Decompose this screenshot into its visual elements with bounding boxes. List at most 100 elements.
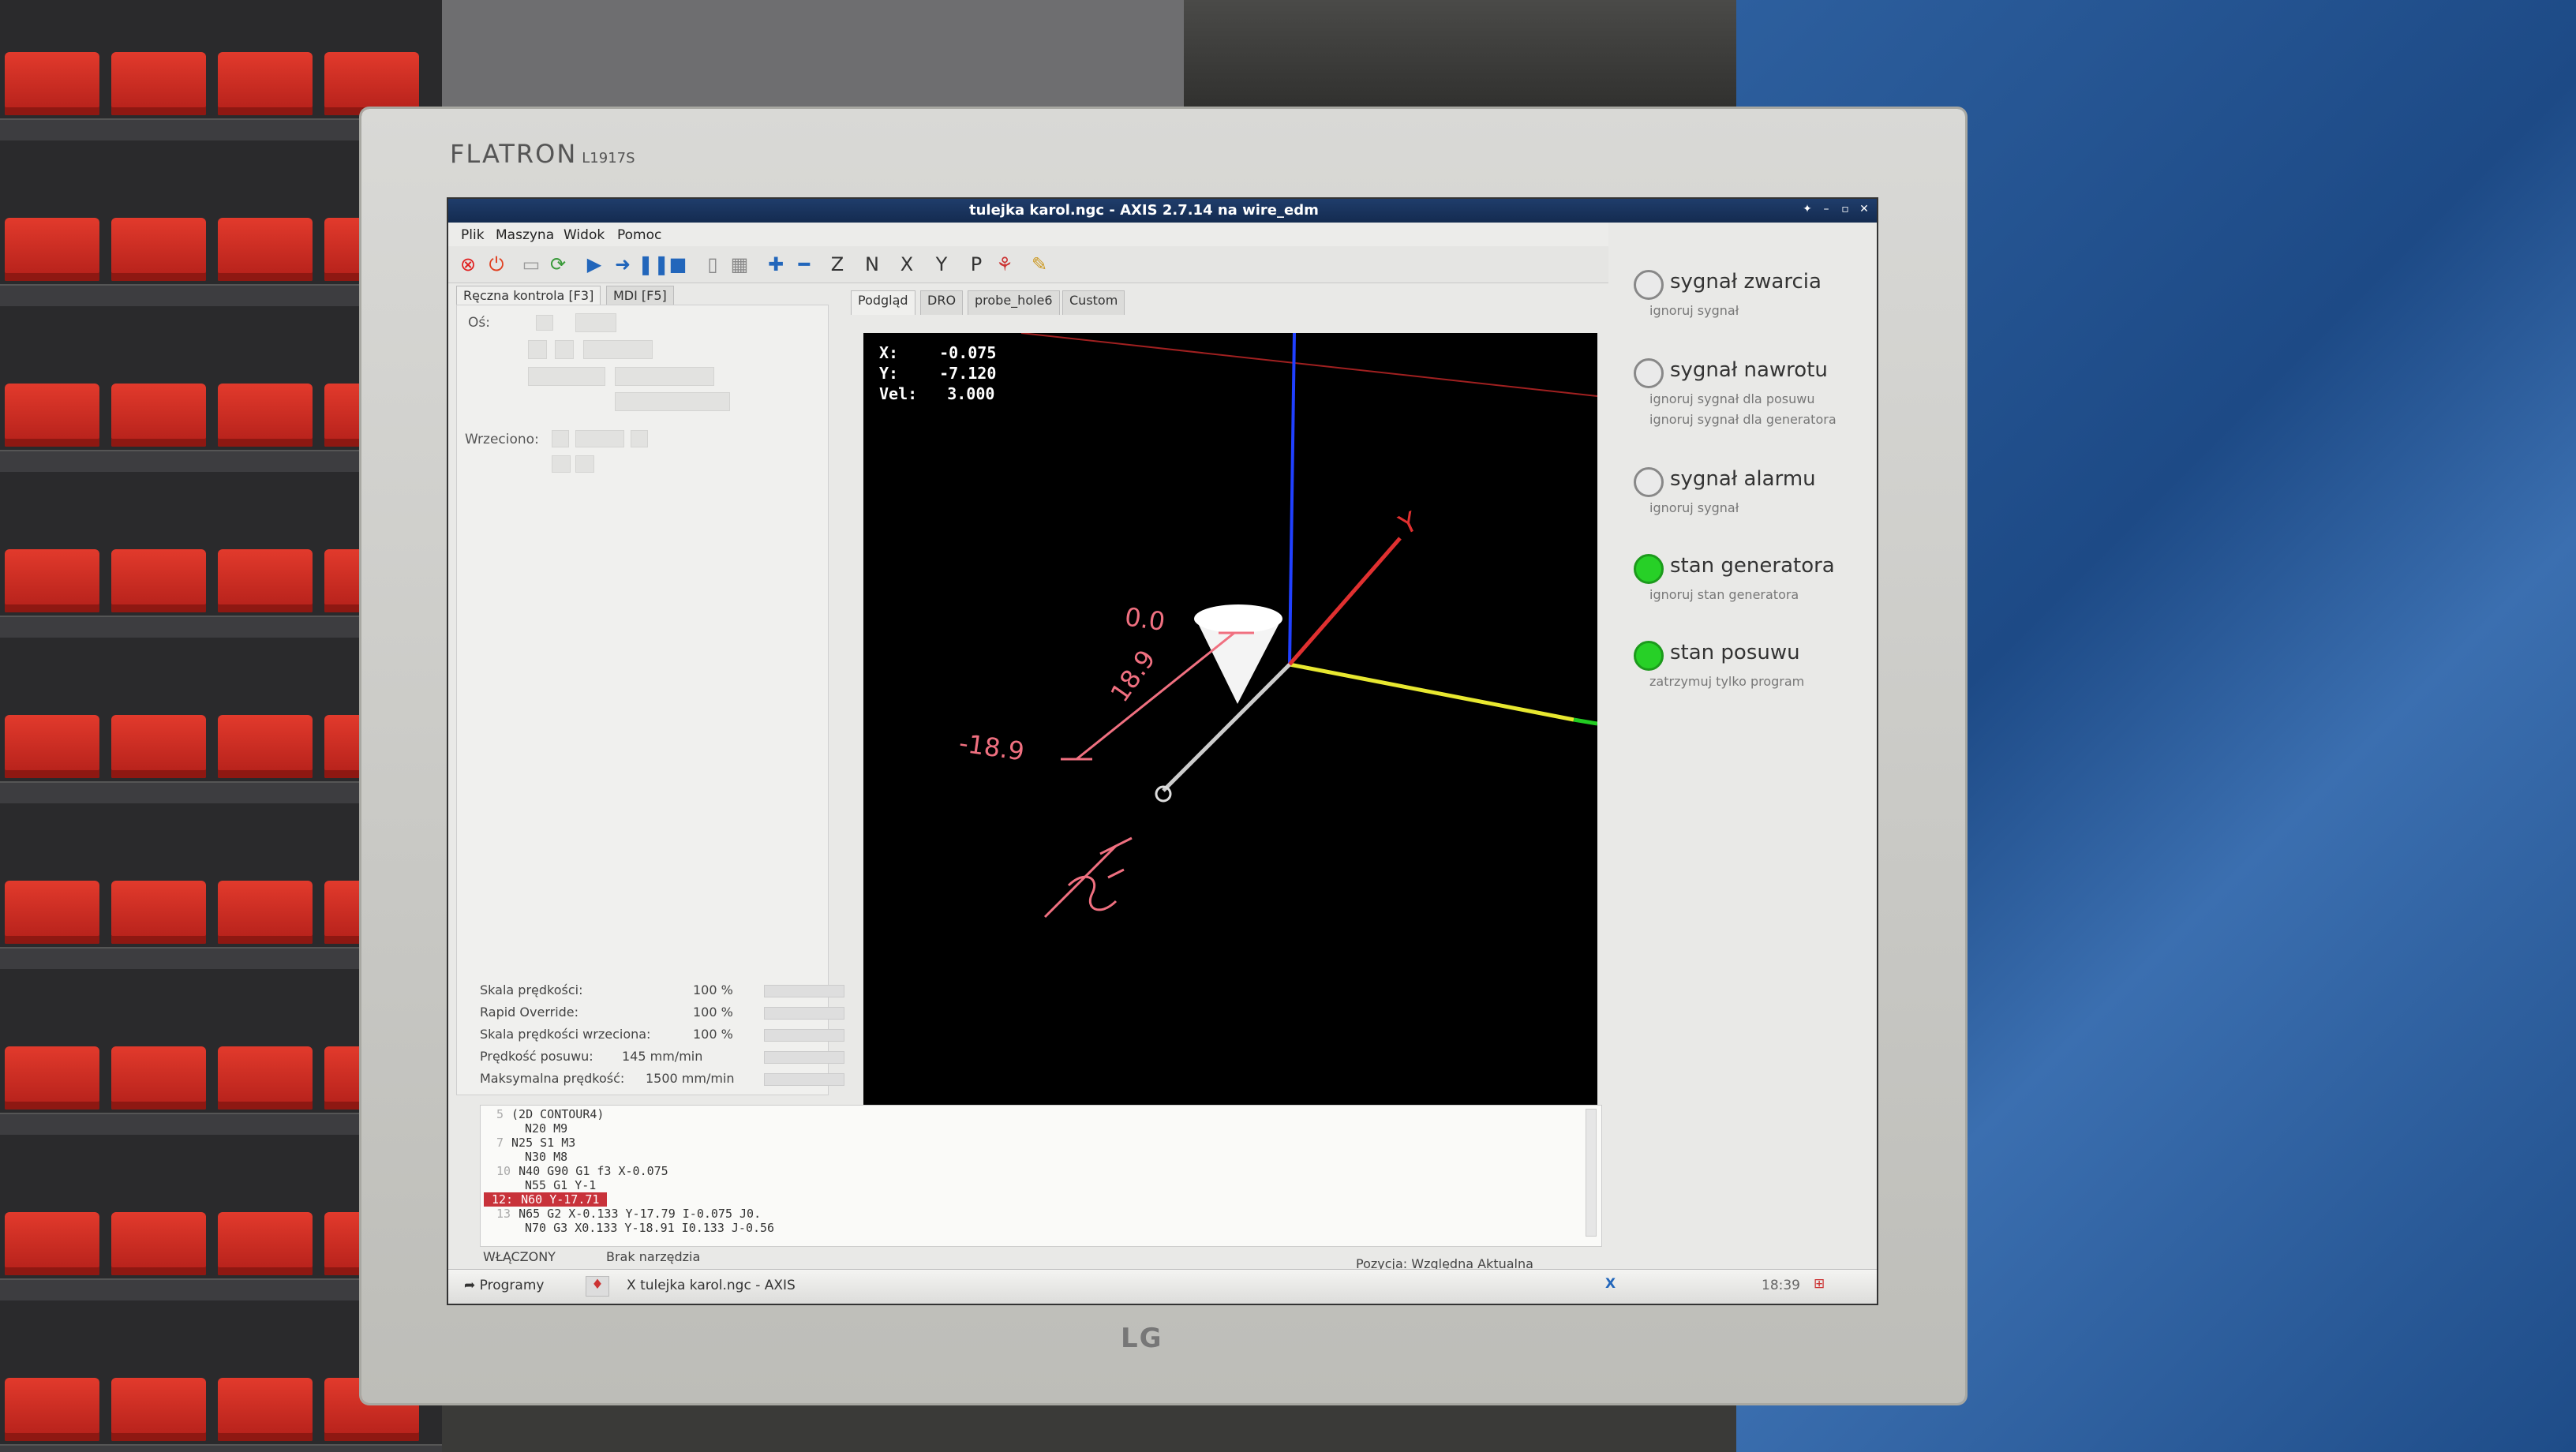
- gcode-line-current: 12: N60 Y-17.71: [484, 1192, 608, 1207]
- gcode-line-text: N65 G2 X-0.133 Y-17.79 I-0.075 J0.: [519, 1207, 762, 1221]
- model-text: L1917S: [582, 150, 635, 167]
- gcode-line: N30 M8: [496, 1150, 567, 1164]
- run-icon[interactable]: ▶: [582, 253, 606, 276]
- override-row: Skala prędkości: 100 %: [480, 980, 851, 1001]
- jog-plus-button[interactable]: [555, 340, 574, 359]
- tab-probe-hole6[interactable]: probe_hole6: [968, 290, 1060, 315]
- red-bin: [218, 218, 313, 281]
- x-axis-line: [1289, 662, 1574, 722]
- preview-3d-viewport[interactable]: X: -0.075 Y: -7.120 Vel: 3.000 0.0 18.9 …: [863, 333, 1597, 1105]
- start-menu-button[interactable]: ➦ Programy: [464, 1278, 544, 1293]
- power-icon[interactable]: ⏻: [485, 253, 508, 276]
- view-p-icon[interactable]: P: [964, 253, 988, 276]
- pause-icon[interactable]: ❚❚: [638, 253, 669, 276]
- signal-indicator-icon: [1634, 554, 1664, 584]
- signal-indicator-icon: [1634, 467, 1664, 497]
- signal-option-checkbox[interactable]: ignoruj stan generatora: [1649, 587, 1799, 602]
- block-delete-icon[interactable]: ▯: [701, 253, 724, 276]
- window-close-icon[interactable]: ✕: [1858, 203, 1870, 215]
- clear-plot-icon[interactable]: ✎: [1028, 253, 1051, 276]
- red-bin: [111, 384, 206, 447]
- optional-stop-icon[interactable]: ▦: [728, 253, 751, 276]
- gcode-line-number: 5: [496, 1107, 504, 1121]
- override-slider[interactable]: [764, 1073, 844, 1086]
- override-slider[interactable]: [764, 985, 844, 997]
- menu-widok[interactable]: Widok: [564, 227, 605, 243]
- signal-option-checkbox[interactable]: ignoruj sygnał: [1649, 500, 1739, 515]
- red-bin: [111, 715, 206, 778]
- limit-boundary-line: [1020, 333, 1597, 397]
- override-value: 100 %: [693, 1005, 733, 1020]
- tray-axis-icon[interactable]: X: [1605, 1276, 1616, 1292]
- reload-icon[interactable]: ⟳: [546, 253, 570, 276]
- override-slider[interactable]: [764, 1051, 844, 1064]
- signal-name: stan generatora: [1670, 554, 1835, 578]
- red-bin: [218, 881, 313, 944]
- window-maximize-icon[interactable]: ▫: [1839, 203, 1852, 215]
- jog-increment-select[interactable]: [583, 340, 653, 359]
- view-z-icon[interactable]: Z: [826, 253, 849, 276]
- gcode-line-number: 7: [496, 1136, 504, 1150]
- tab-podglad[interactable]: Podgląd: [851, 290, 915, 315]
- window-minimize-icon[interactable]: –: [1820, 203, 1833, 215]
- zoom-in-icon[interactable]: ✚: [764, 253, 788, 276]
- spindle-faster-button[interactable]: [575, 455, 594, 473]
- gcode-line-text: N20 M9: [525, 1121, 568, 1136]
- axis-radio[interactable]: [536, 315, 553, 331]
- red-bin: [5, 1046, 99, 1110]
- home-button[interactable]: [528, 367, 605, 386]
- jog-minus-button[interactable]: [528, 340, 547, 359]
- override-limits-button[interactable]: [615, 392, 730, 411]
- view-x-icon[interactable]: X: [895, 253, 919, 276]
- signal-option-checkbox[interactable]: zatrzymuj tylko program: [1649, 674, 1804, 689]
- spindle-cw-button[interactable]: [631, 430, 648, 447]
- signal-option-checkbox[interactable]: ignoruj sygnał: [1649, 303, 1739, 318]
- tab-dro[interactable]: DRO: [920, 290, 964, 315]
- gcode-scrollbar[interactable]: [1586, 1109, 1597, 1237]
- menu-pomoc[interactable]: Pomoc: [617, 227, 661, 243]
- signal-option-checkbox[interactable]: ignoruj sygnał dla generatora: [1649, 412, 1837, 427]
- axis-selector[interactable]: [575, 313, 616, 332]
- taskbar-window-button[interactable]: X tulejka karol.ngc - AXIS: [627, 1278, 796, 1293]
- gcode-listing[interactable]: 5 (2D CONTOUR4) N20 M9 7 N25 S1 M3 N30 M8 …: [480, 1105, 1602, 1247]
- red-bin: [111, 52, 206, 115]
- menubar: Plik Maszyna Widok Pomoc: [448, 223, 1608, 246]
- touch-off-button[interactable]: [615, 367, 714, 386]
- tray-network-icon[interactable]: ⊞: [1814, 1276, 1825, 1292]
- red-bin: [111, 218, 206, 281]
- override-label: Maksymalna prędkość:: [480, 1071, 625, 1086]
- stop-icon[interactable]: ■: [666, 253, 690, 276]
- window-pin-icon[interactable]: ✦: [1801, 203, 1814, 215]
- override-slider[interactable]: [764, 1029, 844, 1042]
- signal-option-checkbox[interactable]: ignoruj sygnał dla posuwu: [1649, 391, 1814, 406]
- red-bin: [218, 1212, 313, 1275]
- spindle-stop-button[interactable]: [575, 430, 624, 447]
- monitor-screen: tulejka karol.ngc - AXIS 2.7.14 na wire_…: [447, 197, 1878, 1305]
- spindle-slower-button[interactable]: [552, 455, 571, 473]
- view-z2-icon[interactable]: N: [860, 253, 884, 276]
- rotate-view-icon[interactable]: ⚘: [993, 253, 1017, 276]
- spindle-ccw-button[interactable]: [552, 430, 569, 447]
- override-slider[interactable]: [764, 1007, 844, 1020]
- menu-maszyna[interactable]: Maszyna: [496, 227, 554, 243]
- machine-state: WŁĄCZONY: [483, 1249, 556, 1264]
- view-y-icon[interactable]: Y: [930, 253, 953, 276]
- red-bin: [5, 384, 99, 447]
- step-icon[interactable]: ➜: [611, 253, 635, 276]
- plot-label-y-axis: Y: [1394, 506, 1423, 542]
- monitor-maker-logo: LG: [1121, 1323, 1163, 1354]
- estop-icon[interactable]: ⊗: [456, 253, 480, 276]
- launcher-icon[interactable]: ♦: [586, 1276, 609, 1297]
- window-titlebar[interactable]: tulejka karol.ngc - AXIS 2.7.14 na wire_…: [448, 199, 1877, 223]
- red-bin: [218, 1378, 313, 1441]
- red-bin: [5, 218, 99, 281]
- machine-background: [1184, 0, 1752, 118]
- menu-plik[interactable]: Plik: [461, 227, 485, 243]
- override-value: 145 mm/min: [622, 1049, 703, 1064]
- open-file-icon[interactable]: ▭: [519, 253, 543, 276]
- toolbar: ⊗ ⏻ ▭ ⟳ ▶ ➜ ❚❚ ■ ▯ ▦ ✚ ━ Z N X Y P ⚘ ✎: [448, 246, 1608, 283]
- tab-custom[interactable]: Custom: [1062, 290, 1125, 315]
- gcode-line-text: (2D CONTOUR4): [511, 1107, 605, 1121]
- signal-name: sygnał nawrotu: [1670, 358, 1828, 382]
- zoom-out-icon[interactable]: ━: [792, 253, 816, 276]
